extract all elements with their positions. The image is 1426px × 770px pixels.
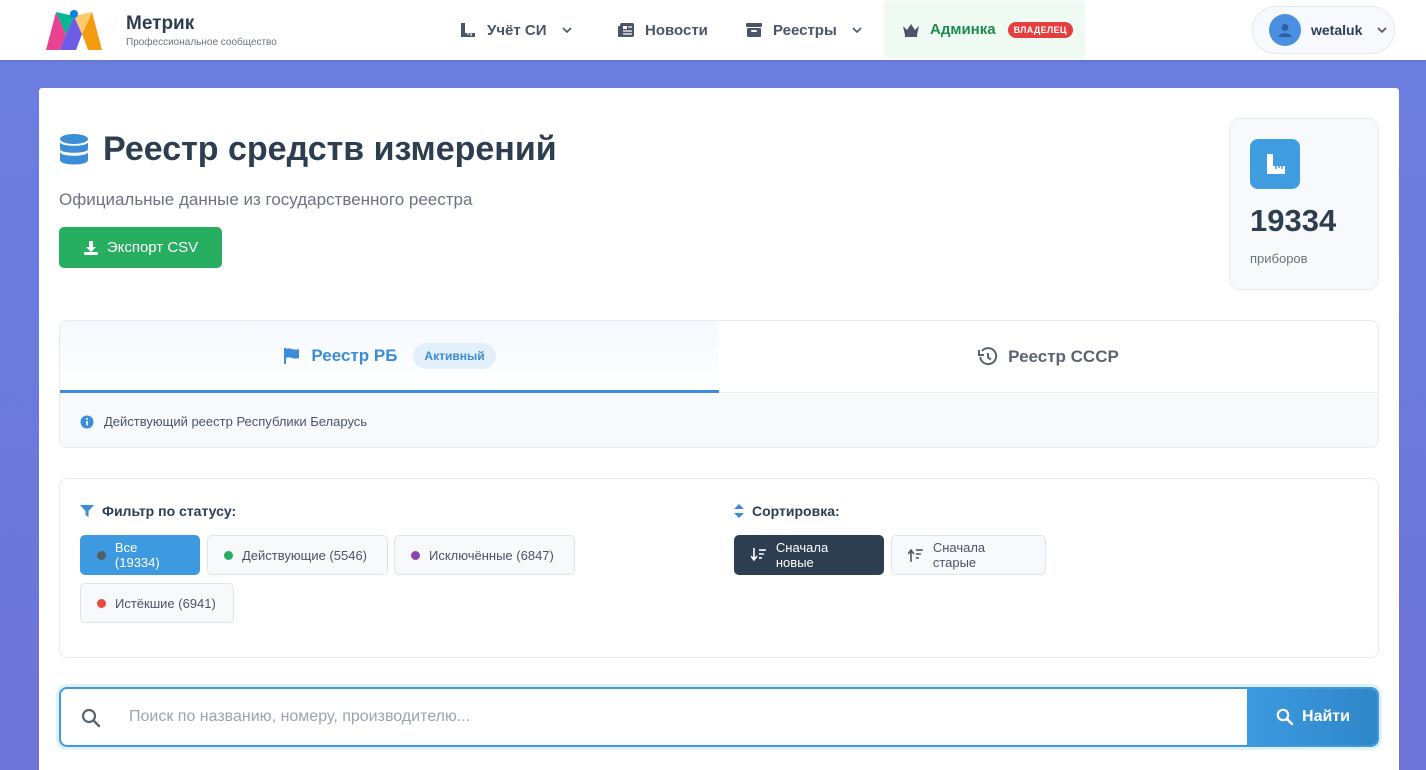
- sort-asc-icon: [908, 548, 923, 562]
- tab-label: Реестр РБ: [311, 345, 398, 365]
- avatar: [1269, 14, 1301, 46]
- status-dot: [97, 598, 106, 608]
- tab-registry-ussr[interactable]: Реестр СССР: [719, 321, 1378, 393]
- nav-item-label: Учёт СИ: [487, 21, 547, 39]
- sort-icon: [734, 504, 744, 518]
- download-icon: [83, 240, 98, 255]
- tab-info-bar: Действующий реестр Республики Беларусь: [60, 394, 1378, 447]
- page-title: Реестр средств измерений: [59, 130, 557, 169]
- stat-label: приборов: [1250, 251, 1308, 266]
- nav-item-label: Реестры: [773, 21, 837, 39]
- ruler-icon: [1267, 154, 1285, 174]
- archive-icon: [746, 23, 762, 37]
- search-button[interactable]: Найти: [1247, 689, 1377, 745]
- database-icon: [60, 133, 88, 164]
- stat-card-devices: 19334 приборов: [1229, 118, 1379, 290]
- tab-info-text: Действующий реестр Республики Беларусь: [104, 414, 368, 429]
- stat-icon: [1250, 139, 1300, 189]
- user-name: wetaluk: [1311, 22, 1363, 38]
- search-icon: [1276, 708, 1294, 726]
- user-menu-button[interactable]: wetaluk: [1252, 6, 1395, 54]
- filter-icon: [80, 505, 94, 517]
- status-chip-expired[interactable]: Истёкшие (6941): [80, 583, 234, 623]
- status-dot: [97, 550, 106, 560]
- brand-title: Метрик: [126, 12, 195, 34]
- page-title-text: Реестр средств измерений: [103, 130, 557, 168]
- tab-label: Реестр СССР: [1008, 346, 1119, 366]
- crown-icon: [903, 23, 919, 37]
- export-csv-button[interactable]: Экспорт CSV: [59, 227, 222, 268]
- m-logo-icon: [46, 10, 102, 50]
- sort-label: Сортировка:: [734, 503, 840, 519]
- chevron-down-icon: [852, 27, 862, 34]
- page-subtitle: Официальные данные из государственного р…: [59, 190, 473, 209]
- main-card: Реестр средств измерений Официальные дан…: [39, 88, 1399, 770]
- search-bar: Найти: [59, 687, 1379, 747]
- chevron-down-icon: [1377, 27, 1387, 34]
- ruler-icon: [461, 23, 475, 37]
- registry-tabs: Реестр РБ Активный Реестр СССР Действующ…: [59, 320, 1379, 448]
- user-icon: [1278, 24, 1292, 37]
- nav-item-admin[interactable]: Админка ВЛАДЕЛЕЦ: [884, 1, 1085, 58]
- search-icon: [81, 708, 101, 733]
- brand[interactable]: Метрик Профессиональное сообщество: [42, 8, 277, 52]
- status-dot: [224, 550, 233, 560]
- info-icon: [80, 415, 94, 428]
- nav-item-news[interactable]: Новости: [617, 0, 708, 60]
- stat-value: 19334: [1250, 203, 1337, 238]
- status-chip-excluded[interactable]: Исключённые (6847): [394, 535, 575, 575]
- filters-panel: Фильтр по статусу: Все (19334) Действующ…: [59, 478, 1379, 658]
- nav-item-uchet[interactable]: Учёт СИ: [459, 0, 573, 60]
- sort-desc-icon: [751, 548, 766, 562]
- owner-badge: ВЛАДЕЛЕЦ: [1007, 21, 1073, 38]
- active-badge: Активный: [413, 342, 496, 369]
- status-filter-label: Фильтр по статусу:: [80, 503, 236, 519]
- top-navbar: Метрик Профессиональное сообщество Учёт …: [0, 0, 1426, 60]
- tab-registry-rb[interactable]: Реестр РБ Активный: [60, 321, 719, 393]
- flag-icon: [284, 347, 300, 364]
- sort-oldest-button[interactable]: Сначала старые: [891, 535, 1046, 575]
- search-input[interactable]: [129, 689, 1245, 745]
- search-button-label: Найти: [1302, 708, 1350, 725]
- export-csv-label: Экспорт CSV: [106, 239, 199, 256]
- nav-item-registries[interactable]: Реестры: [745, 0, 863, 60]
- chevron-down-icon: [561, 27, 572, 34]
- sort-newest-button[interactable]: Сначала новые: [734, 535, 884, 575]
- status-chip-active[interactable]: Действующие (5546): [207, 535, 388, 575]
- nav-admin-label: Админка: [930, 21, 996, 38]
- status-dot: [411, 550, 420, 560]
- status-chip-all[interactable]: Все (19334): [80, 535, 200, 575]
- brand-subtitle: Профессиональное сообщество: [126, 36, 277, 48]
- newspaper-icon: [618, 23, 634, 37]
- history-icon: [978, 346, 998, 365]
- nav-item-label: Новости: [645, 21, 708, 39]
